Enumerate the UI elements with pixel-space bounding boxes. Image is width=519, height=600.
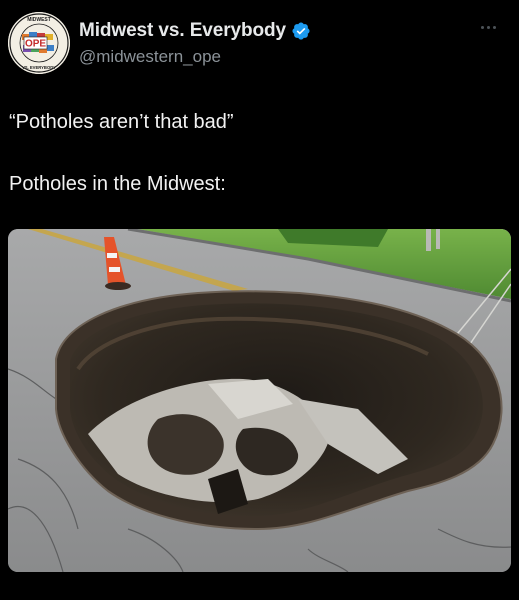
svg-text:VS. EVERYBODY: VS. EVERYBODY xyxy=(22,65,56,70)
post-image[interactable] xyxy=(8,229,511,572)
pothole-photo-icon xyxy=(8,229,511,572)
avatar-logo-icon: OPE MIDWEST VS. EVERYBODY xyxy=(8,12,70,74)
post-header: OPE MIDWEST VS. EVERYBODY Midwest vs. Ev… xyxy=(8,12,511,76)
author-handle[interactable]: @midwestern_ope xyxy=(79,47,221,67)
post-text-line-2: Potholes in the Midwest: xyxy=(9,173,226,195)
avatar-ope-text: OPE xyxy=(25,39,46,50)
svg-text:MIDWEST: MIDWEST xyxy=(27,17,51,23)
author-display-name[interactable]: Midwest vs. Everybody xyxy=(79,20,286,42)
post-text-line-1: “Potholes aren’t that bad” xyxy=(9,111,234,133)
more-options-icon[interactable] xyxy=(481,20,503,34)
avatar[interactable]: OPE MIDWEST VS. EVERYBODY xyxy=(8,12,70,74)
verified-badge-icon xyxy=(292,22,310,40)
author-name-row: Midwest vs. Everybody xyxy=(79,20,311,42)
